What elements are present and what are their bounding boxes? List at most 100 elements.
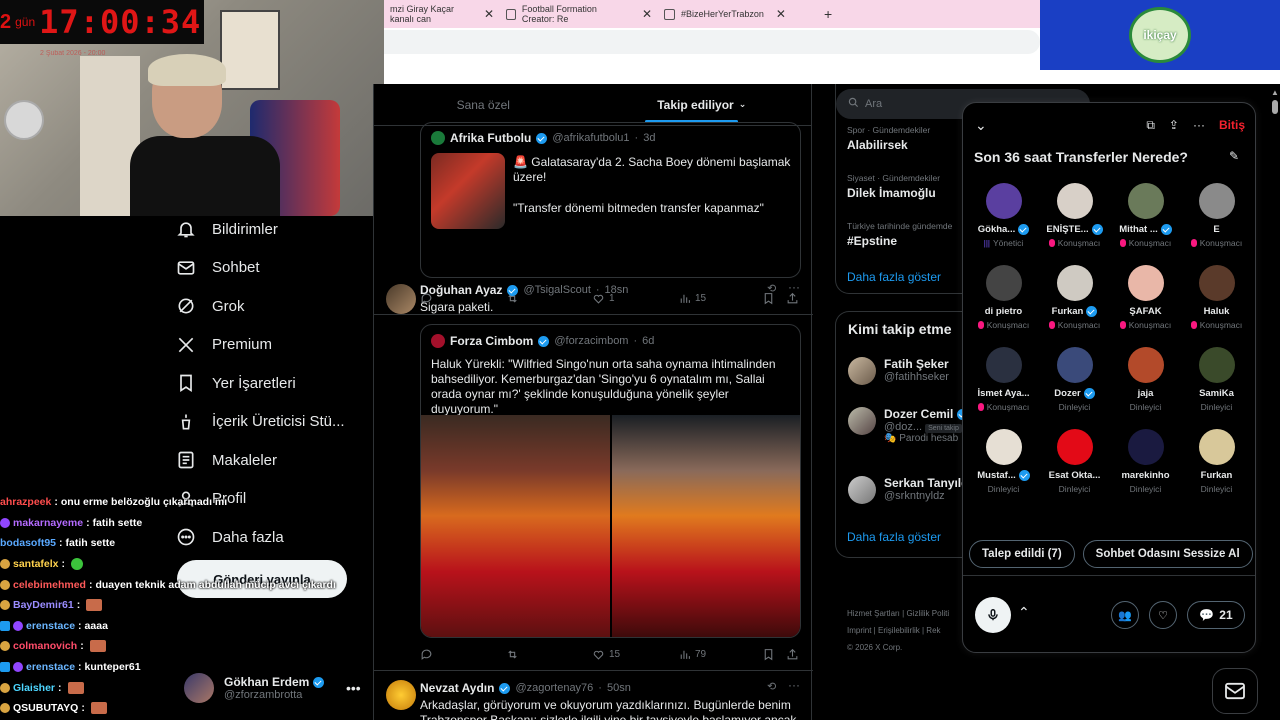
tweet-thumbnail[interactable] [431,153,505,229]
show-more-link[interactable]: Daha fazla göster [847,270,941,284]
space-participant[interactable]: ŞAFAK Konuşmacı [1110,265,1181,330]
follow-suggestion[interactable]: Dozer Cemil @doz... Seni takip 🎭 Parodi … [848,407,968,444]
microphone-button[interactable] [975,597,1011,633]
space-participant[interactable]: Furkan Dinleyici [1181,429,1252,494]
space-participant[interactable]: di pietro Konuşmacı [968,265,1039,330]
show-more-link[interactable]: Daha fazla göster [847,530,941,544]
space-participant[interactable]: Haluk Konuşmacı [1181,265,1252,330]
browser-tab[interactable]: Football Formation Creator: Re ✕ [500,0,658,28]
tweet[interactable]: Nevzat Aydın @zagortenay76 · 50sn ⟲ ··· … [374,672,813,720]
edit-icon[interactable]: ✎ [1229,149,1239,163]
space-participant[interactable]: Mustaf... Dinleyici [968,429,1039,494]
space-participant[interactable]: İsmet Aya... Konuşmacı [968,347,1039,412]
nav-item-bookmarks[interactable]: Yer İşaretleri [176,364,372,403]
space-participant[interactable]: marekinho Dinleyici [1110,429,1181,494]
more-dots-icon[interactable]: ··· [1193,118,1205,132]
browser-tab-strip: mzi Giray Kaçar kanalı can ✕ Football For… [384,0,1040,28]
close-icon[interactable]: ✕ [776,7,786,21]
end-space-button[interactable]: Bitiş [1219,118,1245,132]
tweet-image[interactable] [612,415,800,637]
sponsor-banner: ikiçay [1040,0,1280,70]
like-button[interactable]: 15 [592,648,678,661]
quoted-tweet[interactable]: Forza Cimbom @forzacimbom · 6d Haluk Yür… [420,324,801,638]
space-participant[interactable]: E Konuşmacı [1181,183,1252,248]
nav-item-grok[interactable]: Grok [176,287,372,326]
share-icon[interactable]: ⇪ [1169,118,1179,132]
nav-item-premium[interactable]: Premium [176,326,372,365]
footer-link[interactable]: Hizmet Şartları [847,609,900,618]
follow-suggestion[interactable]: Serkan Tanyıld @srkntnyldz [848,476,968,504]
space-participant[interactable]: Dozer Dinleyici [1039,347,1110,412]
trend-item[interactable]: Spor · Gündemdekiler Alabilirsek [847,125,930,152]
tweet-image[interactable] [421,415,610,637]
messages-fab[interactable] [1212,668,1258,714]
browser-tab[interactable]: #BizeHerYerTrabzon ✕ [658,0,816,28]
close-icon[interactable]: ✕ [642,7,652,21]
more-dots-icon[interactable]: ··· [788,678,800,692]
reply-button[interactable] [420,648,506,661]
avatar [431,334,445,348]
space-participant[interactable]: Esat Okta... Dinleyici [1039,429,1110,494]
retweet-button[interactable] [506,648,592,661]
tab-for-you[interactable]: Sana özel [374,84,593,125]
trend-item[interactable]: Türkiye tarihinde gündemde #Epstine [847,221,952,248]
participant-name: jaja [1137,388,1154,399]
views-button[interactable]: 79 [678,648,762,661]
footer-link[interactable]: Rek [926,626,940,635]
minimize-icon[interactable]: ⧉ [1146,118,1155,133]
more-dots-icon[interactable]: ••• [346,680,361,696]
footer-link[interactable]: Erişilebilirlik [878,626,920,635]
avatar [985,347,1022,383]
avatar [1198,429,1235,465]
address-bar[interactable] [384,30,1040,54]
space-participant[interactable]: Mithat ... Konuşmacı [1110,183,1181,248]
chevron-down-icon[interactable]: ⌄ [975,117,987,134]
copyright: © 2026 X Corp. [847,643,903,652]
chat-message: santafelx: [0,554,360,575]
chat-username: erenstace [26,661,76,674]
grok-icon[interactable]: ⟲ [767,680,776,693]
reaction-button[interactable]: ♡ [1149,601,1177,629]
follow-suggestion[interactable]: Fatih Şeker @fatihhseker [848,357,949,385]
browser-tab[interactable]: mzi Giray Kaçar kanalı can ✕ [384,0,500,28]
people-button[interactable]: 👥 [1111,601,1139,629]
mic-muted-icon [1048,239,1055,247]
footer-link[interactable]: Gizlilik Politi [906,609,949,618]
chevron-up-icon[interactable]: ⌃ [1018,604,1030,621]
more-dots-icon[interactable]: ··· [788,280,800,294]
tweet[interactable]: Doğuhan Ayaz @TsigalScout · 18sn ⟲ ··· S… [374,274,813,671]
tab-following[interactable]: Takip ediliyor ⌄ [593,84,812,125]
space-participant[interactable]: Furkan Konuşmacı [1039,265,1110,330]
scrollbar-thumb[interactable] [1272,100,1278,114]
verified-icon [507,284,519,296]
avatar [1127,429,1164,465]
people-icon: 👥 [1118,609,1132,622]
trend-item[interactable]: Siyaset · Gündemdekiler Dilek İmamoğlu [847,173,940,200]
nav-item-notifications[interactable]: Bildirimler [176,210,372,249]
grok-icon[interactable]: ⟲ [767,282,776,295]
close-icon[interactable]: ✕ [484,7,494,21]
space-participant[interactable]: Gökha... ||| Yönetici [968,183,1039,248]
space-participant[interactable]: jaja Dinleyici [1110,347,1181,412]
chat-username: ahrazpeek [0,496,52,509]
nav-item-creator-studio[interactable]: İçerik Üreticisi Stü... [176,403,372,442]
new-tab-icon[interactable]: + [816,6,840,22]
footer-link[interactable]: Imprint [847,626,871,635]
space-participant[interactable]: ENİŞTE... Konuşmacı [1039,183,1110,248]
bookmark-icon[interactable] [762,648,786,661]
x-icon [176,335,196,355]
share-icon[interactable] [786,648,799,661]
space-participant[interactable]: SamiKa Dinleyici [1181,347,1252,412]
requests-button[interactable]: Talep edildi (7) [969,540,1075,568]
comments-button[interactable]: 💬 21 [1187,601,1245,629]
account-switcher[interactable]: Gökhan Erdem @zforzambrotta [184,668,364,708]
quoted-tweet[interactable]: Afrika Futbolu @afrikafutbolu1 · 3d 🚨 Ga… [420,122,801,278]
nav-item-articles[interactable]: Makaleler [176,441,372,480]
nav-item-messages[interactable]: Sohbet [176,249,372,288]
mute-space-button[interactable]: Sohbet Odasını Sessize Al [1082,540,1253,568]
participant-name: Gökha... [977,224,1016,235]
scroll-up-arrow-icon[interactable]: ▲ [1271,88,1279,97]
heart-plus-icon: ♡ [1158,609,1168,622]
countdown-subtitle: 2 Şubat 2026 - 20:00 [40,50,106,57]
chat-username: Glaisher [13,681,56,694]
